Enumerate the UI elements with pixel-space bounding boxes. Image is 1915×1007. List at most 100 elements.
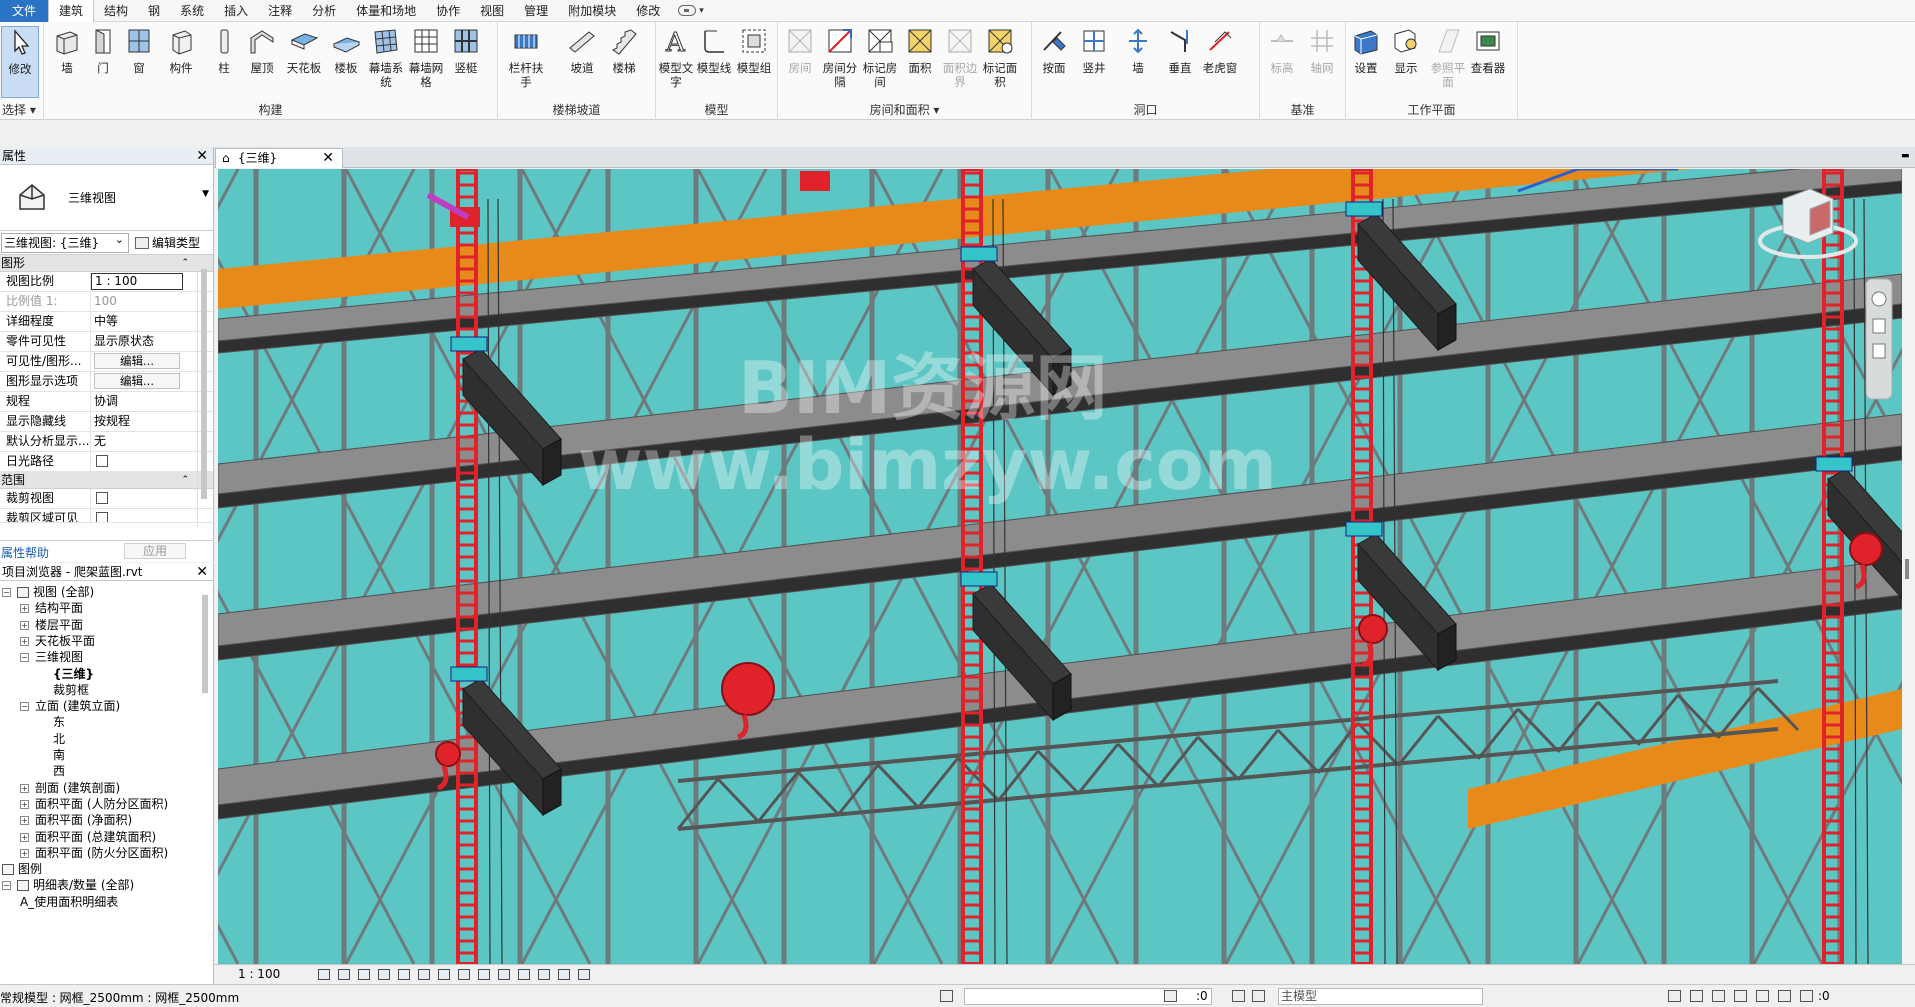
expand-icon[interactable]: + xyxy=(20,604,29,614)
menu-tab-addins[interactable]: 附加模块 xyxy=(558,0,626,22)
close-icon[interactable]: ✕ xyxy=(322,149,334,167)
prop-value[interactable]: 无 xyxy=(91,432,183,451)
filter-count-icon[interactable] xyxy=(1800,990,1813,1002)
vertical-opening-button[interactable]: 垂直 xyxy=(1160,26,1200,75)
design-options-icon[interactable] xyxy=(1252,990,1265,1002)
collapse-icon[interactable]: ⌃ xyxy=(181,255,189,272)
level-button[interactable]: 标高 xyxy=(1262,26,1302,75)
menu-tab-view[interactable]: 视图 xyxy=(470,0,514,22)
curtain-grid-button[interactable]: 幕墙网格 xyxy=(406,26,446,89)
menu-file[interactable]: 文件 xyxy=(0,0,49,22)
view-scale-input[interactable]: 1 : 100 xyxy=(91,273,183,290)
collapse-icon[interactable]: − xyxy=(20,653,29,663)
close-icon[interactable]: ✕ xyxy=(196,147,208,165)
grid-button[interactable]: 轴网 xyxy=(1302,26,1342,75)
component-button[interactable]: 构件 xyxy=(161,26,201,75)
edit-type-button[interactable]: 编辑类型 xyxy=(135,234,200,251)
expand-icon[interactable]: + xyxy=(20,799,29,809)
select-group-label[interactable]: 选择 ▾ xyxy=(0,102,43,118)
tree-node[interactable]: A_使用面积明细表 xyxy=(20,892,118,912)
scaffold-3d-model[interactable] xyxy=(218,169,1902,964)
properties-help-link[interactable]: 属性帮助 xyxy=(1,544,49,561)
expand-icon[interactable]: + xyxy=(20,636,29,646)
crop-view-checkbox[interactable] xyxy=(96,492,108,504)
background-process-icon[interactable] xyxy=(1778,990,1791,1002)
tab-overflow-icon[interactable]: ▬ xyxy=(1901,151,1911,163)
menu-tab-structure[interactable]: 结构 xyxy=(94,0,138,22)
prop-row-parts-visibility[interactable]: 零件可见性 显示原状态 xyxy=(0,332,213,352)
drag-elements-icon[interactable] xyxy=(1756,990,1769,1002)
select-by-face-icon[interactable] xyxy=(1734,990,1747,1002)
analytical-model-icon[interactable] xyxy=(578,969,590,980)
chevron-down-icon[interactable]: ▼ xyxy=(202,189,209,199)
crop-region-checkbox[interactable] xyxy=(96,512,108,522)
wall-button[interactable]: 墙 xyxy=(47,26,87,75)
collapse-icon[interactable]: − xyxy=(2,881,11,891)
visual-style-icon[interactable] xyxy=(338,969,350,980)
scroll-thumb[interactable] xyxy=(1905,559,1909,579)
editable-only-icon[interactable] xyxy=(1164,990,1177,1002)
instance-select[interactable]: 三维视图: {三维} xyxy=(1,231,129,253)
viewport-scrollbar[interactable] xyxy=(1902,169,1915,964)
temp-properties-icon[interactable] xyxy=(518,969,530,980)
ramp-button[interactable]: 坡道 xyxy=(562,26,602,75)
view-scale-label[interactable]: 1 : 100 xyxy=(238,967,280,981)
viewer-button[interactable]: 查看器 xyxy=(1468,26,1508,75)
menu-tab-insert[interactable]: 插入 xyxy=(214,0,258,22)
ribbon-toggle-arrow-icon[interactable]: ▾ xyxy=(699,6,704,16)
dormer-button[interactable]: 老虎窗 xyxy=(1200,26,1240,75)
prop-row-hidden-lines[interactable]: 显示隐藏线 按规程 xyxy=(0,412,213,432)
collapse-icon[interactable]: − xyxy=(20,702,29,712)
worksets-icon[interactable] xyxy=(940,990,953,1002)
collapse-icon[interactable]: ⌃ xyxy=(181,472,189,489)
room-button[interactable]: 房间 xyxy=(780,26,820,75)
show-crop-icon[interactable] xyxy=(438,969,450,980)
select-pinned-icon[interactable] xyxy=(1712,990,1725,1002)
prop-row-detail-level[interactable]: 详细程度 中等 xyxy=(0,312,213,332)
constraints-icon[interactable] xyxy=(558,969,570,980)
browser-scrollbar[interactable] xyxy=(199,583,211,983)
worksharing-icon[interactable] xyxy=(538,969,550,980)
prop-value[interactable]: 中等 xyxy=(91,312,183,331)
menu-tab-collaborate[interactable]: 协作 xyxy=(426,0,470,22)
window-button[interactable]: 窗 xyxy=(119,26,159,75)
menu-tab-massing[interactable]: 体量和场地 xyxy=(346,0,426,22)
wall-opening-button[interactable]: 墙 xyxy=(1118,26,1158,75)
menu-tab-annotate[interactable]: 注释 xyxy=(258,0,302,22)
ref-plane-button[interactable]: 参照平面 xyxy=(1428,26,1468,89)
menu-tab-modify[interactable]: 修改 xyxy=(626,0,670,22)
sun-path-icon[interactable] xyxy=(358,969,370,980)
detail-level-icon[interactable] xyxy=(318,969,330,980)
room-separator-button[interactable]: 房间分隔 xyxy=(820,26,860,89)
section-extents[interactable]: 范围 ⌃ xyxy=(0,472,213,489)
tab-3d-view[interactable]: ⌂ {三维} ✕ xyxy=(215,148,343,168)
model-group-button[interactable]: 模型组 xyxy=(734,26,774,75)
by-face-button[interactable]: 按面 xyxy=(1034,26,1074,75)
shaft-button[interactable]: 竖井 xyxy=(1074,26,1114,75)
prop-row-view-scale[interactable]: 视图比例 1 : 100 xyxy=(0,272,213,292)
area-button[interactable]: 面积 xyxy=(900,26,940,75)
prop-value[interactable]: 按规程 xyxy=(91,412,183,431)
main-model-select[interactable]: 主模型 xyxy=(1278,988,1483,1005)
prop-row-analysis-display[interactable]: 默认分析显示... 无 xyxy=(0,432,213,452)
modify-button[interactable]: 修改 xyxy=(1,26,39,98)
filter-icon[interactable] xyxy=(1232,990,1245,1002)
section-graphics[interactable]: 图形 ⌃ xyxy=(0,255,213,272)
collapse-icon[interactable]: − xyxy=(2,588,11,597)
ribbon-toggle-icon[interactable] xyxy=(678,5,697,16)
tree-node[interactable]: − 立面 (建筑立面) xyxy=(20,696,120,716)
shadows-icon[interactable] xyxy=(378,969,390,980)
properties-scrollbar[interactable] xyxy=(197,265,211,527)
menu-tab-analyze[interactable]: 分析 xyxy=(302,0,346,22)
model-text-button[interactable]: A 模型文字 xyxy=(656,26,696,90)
show-workplane-button[interactable]: 显示 xyxy=(1386,26,1426,75)
expand-icon[interactable]: + xyxy=(20,783,29,793)
crop-view-icon[interactable] xyxy=(418,969,430,980)
ceiling-button[interactable]: 天花板 xyxy=(284,26,324,75)
mullion-button[interactable]: 竖梃 xyxy=(446,26,486,75)
curtain-system-button[interactable]: 幕墙系统 xyxy=(366,26,406,89)
floor-button[interactable]: 楼板 xyxy=(326,26,366,75)
scroll-thumb[interactable] xyxy=(201,269,207,499)
area-boundary-button[interactable]: 面积边界 xyxy=(940,26,980,89)
apply-button[interactable]: 应用 xyxy=(124,543,186,559)
